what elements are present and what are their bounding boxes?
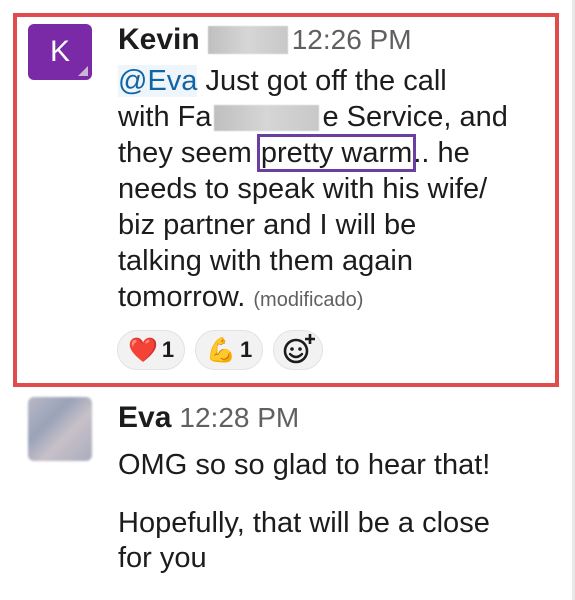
message-line: biz partner and I will be	[118, 209, 417, 241]
reaction-count: 1	[161, 337, 175, 362]
message-line: needs to speak with his wife/	[118, 173, 488, 205]
reaction-count: 1	[240, 337, 253, 362]
add-reaction-button[interactable]	[273, 330, 324, 370]
message-text: they seem	[118, 137, 260, 169]
message-text: tomorrow.	[118, 281, 246, 313]
message-line: tomorrow. (modificado)	[118, 280, 363, 317]
redacted-text	[214, 105, 320, 132]
message-header: Kevin 12:26 PM	[118, 22, 412, 58]
timestamp[interactable]: 12:28 PM	[179, 402, 299, 434]
flexed-biceps-icon: 💪	[206, 336, 237, 364]
author-name[interactable]: Eva	[118, 401, 171, 435]
heart-icon: ❤️	[128, 336, 158, 364]
add-emoji-icon	[283, 334, 316, 364]
timestamp[interactable]: 12:26 PM	[292, 24, 412, 56]
message-text: .. he	[413, 137, 470, 169]
avatar-letter: K	[49, 35, 70, 68]
message-text: e Service, and	[322, 101, 508, 133]
message-line: OMG so so glad to hear that!	[118, 449, 491, 481]
edited-label: (modificado)	[253, 289, 364, 311]
message-text: with Fa	[118, 101, 212, 133]
avatar[interactable]: K	[28, 24, 92, 80]
message-line: with Fa e Service, and	[118, 100, 508, 134]
message-line: talking with them again	[118, 245, 413, 277]
redacted-name	[207, 26, 288, 54]
message-line: Hopefully, that will be a close	[118, 507, 490, 539]
reaction-muscle[interactable]: 💪 1	[195, 330, 264, 370]
author-name[interactable]: Kevin	[118, 23, 200, 57]
reaction-bar: ❤️ 1 💪 1	[117, 330, 324, 370]
reaction-heart[interactable]: ❤️ 1	[117, 330, 186, 370]
avatar-corner	[78, 66, 88, 76]
message-line: @Eva Just got off the call	[118, 64, 447, 98]
highlighted-phrase: pretty warm	[256, 134, 417, 172]
message-line: for you	[118, 542, 207, 574]
message-header: Eva 12:28 PM	[118, 400, 299, 436]
mention-link[interactable]: @Eva	[118, 65, 198, 97]
message-line: they seem pretty warm.. he	[118, 134, 470, 172]
message-text: Just got off the call	[197, 65, 447, 97]
avatar[interactable]	[28, 397, 92, 461]
